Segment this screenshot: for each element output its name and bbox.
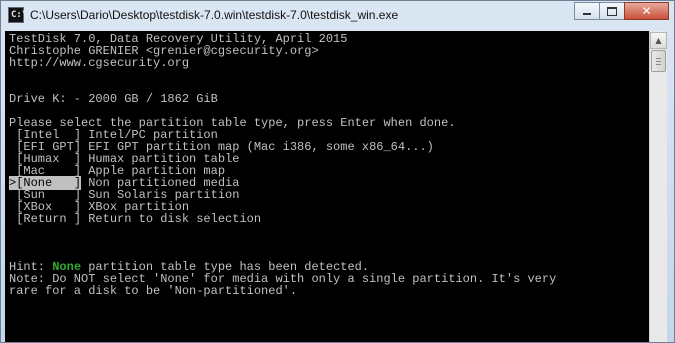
grip-line bbox=[656, 64, 661, 65]
maximize-icon bbox=[607, 6, 617, 16]
vertical-scrollbar[interactable]: ▲ bbox=[649, 31, 667, 342]
scroll-up-icon: ▲ bbox=[655, 36, 662, 45]
console-output[interactable]: TestDisk 7.0, Data Recovery Utility, Apr… bbox=[5, 31, 649, 342]
option-desc: Return to disk selection bbox=[81, 212, 262, 226]
close-button[interactable]: ✕ bbox=[624, 2, 669, 20]
header-line-url: http://www.cgsecurity.org bbox=[9, 56, 190, 70]
maximize-button[interactable] bbox=[599, 2, 625, 20]
drive-info: Drive K: - 2000 GB / 1862 GiB bbox=[9, 92, 218, 106]
console-app-icon[interactable]: C:\ bbox=[8, 7, 28, 23]
window-title: C:\Users\Dario\Desktop\testdisk-7.0.win\… bbox=[30, 8, 399, 22]
title-bar[interactable]: C:\ C:\Users\Dario\Desktop\testdisk-7.0.… bbox=[1, 1, 674, 31]
scroll-thumb[interactable] bbox=[651, 50, 666, 72]
minimize-icon bbox=[583, 13, 591, 15]
console-window: C:\ C:\Users\Dario\Desktop\testdisk-7.0.… bbox=[0, 0, 675, 343]
scroll-up-button[interactable]: ▲ bbox=[650, 32, 667, 49]
minimize-button[interactable] bbox=[574, 2, 600, 20]
console-app-icon-label: C:\ bbox=[11, 10, 28, 20]
window-controls: ✕ bbox=[574, 2, 669, 21]
option-return[interactable]: [Return ] Return to disk selection bbox=[9, 213, 261, 225]
grip-line bbox=[656, 61, 661, 62]
note-line-2: rare for a disk to be 'Non-partitioned'. bbox=[9, 284, 298, 298]
grip-line bbox=[656, 58, 661, 59]
close-icon: ✕ bbox=[641, 4, 652, 18]
option-key: [Return ] bbox=[16, 212, 82, 226]
